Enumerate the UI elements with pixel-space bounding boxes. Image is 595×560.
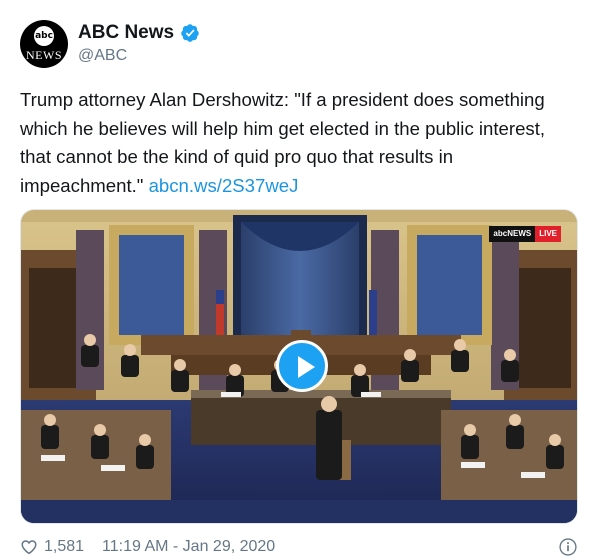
- heart-icon[interactable]: [20, 538, 38, 556]
- abc-live-badge: abcNEWS LIVE: [489, 226, 561, 242]
- badge-live: LIVE: [535, 226, 561, 242]
- account-name-row: ABC News: [78, 22, 200, 44]
- avatar[interactable]: abc NEWS: [20, 20, 68, 68]
- account-handle[interactable]: @ABC: [78, 47, 127, 65]
- display-name[interactable]: ABC News: [78, 22, 174, 44]
- play-button[interactable]: [276, 340, 328, 392]
- avatar-news-label: NEWS: [26, 48, 62, 62]
- tweet-text: Trump attorney Alan Dershowitz: "If a pr…: [20, 86, 580, 200]
- badge-logo: abcNEWS: [489, 226, 536, 242]
- video-player[interactable]: abcNEWS LIVE: [20, 209, 578, 524]
- timestamp[interactable]: 11:19 AM - Jan 29, 2020: [102, 538, 275, 556]
- verified-badge-icon: [181, 24, 199, 42]
- like-count[interactable]: 1,581: [44, 538, 84, 556]
- tweet-footer: 1,581 11:19 AM - Jan 29, 2020: [20, 537, 578, 557]
- tweet-link[interactable]: abcn.ws/2S37weJ: [149, 175, 299, 196]
- avatar-abc-logo: abc: [34, 26, 54, 46]
- info-icon[interactable]: [558, 537, 578, 557]
